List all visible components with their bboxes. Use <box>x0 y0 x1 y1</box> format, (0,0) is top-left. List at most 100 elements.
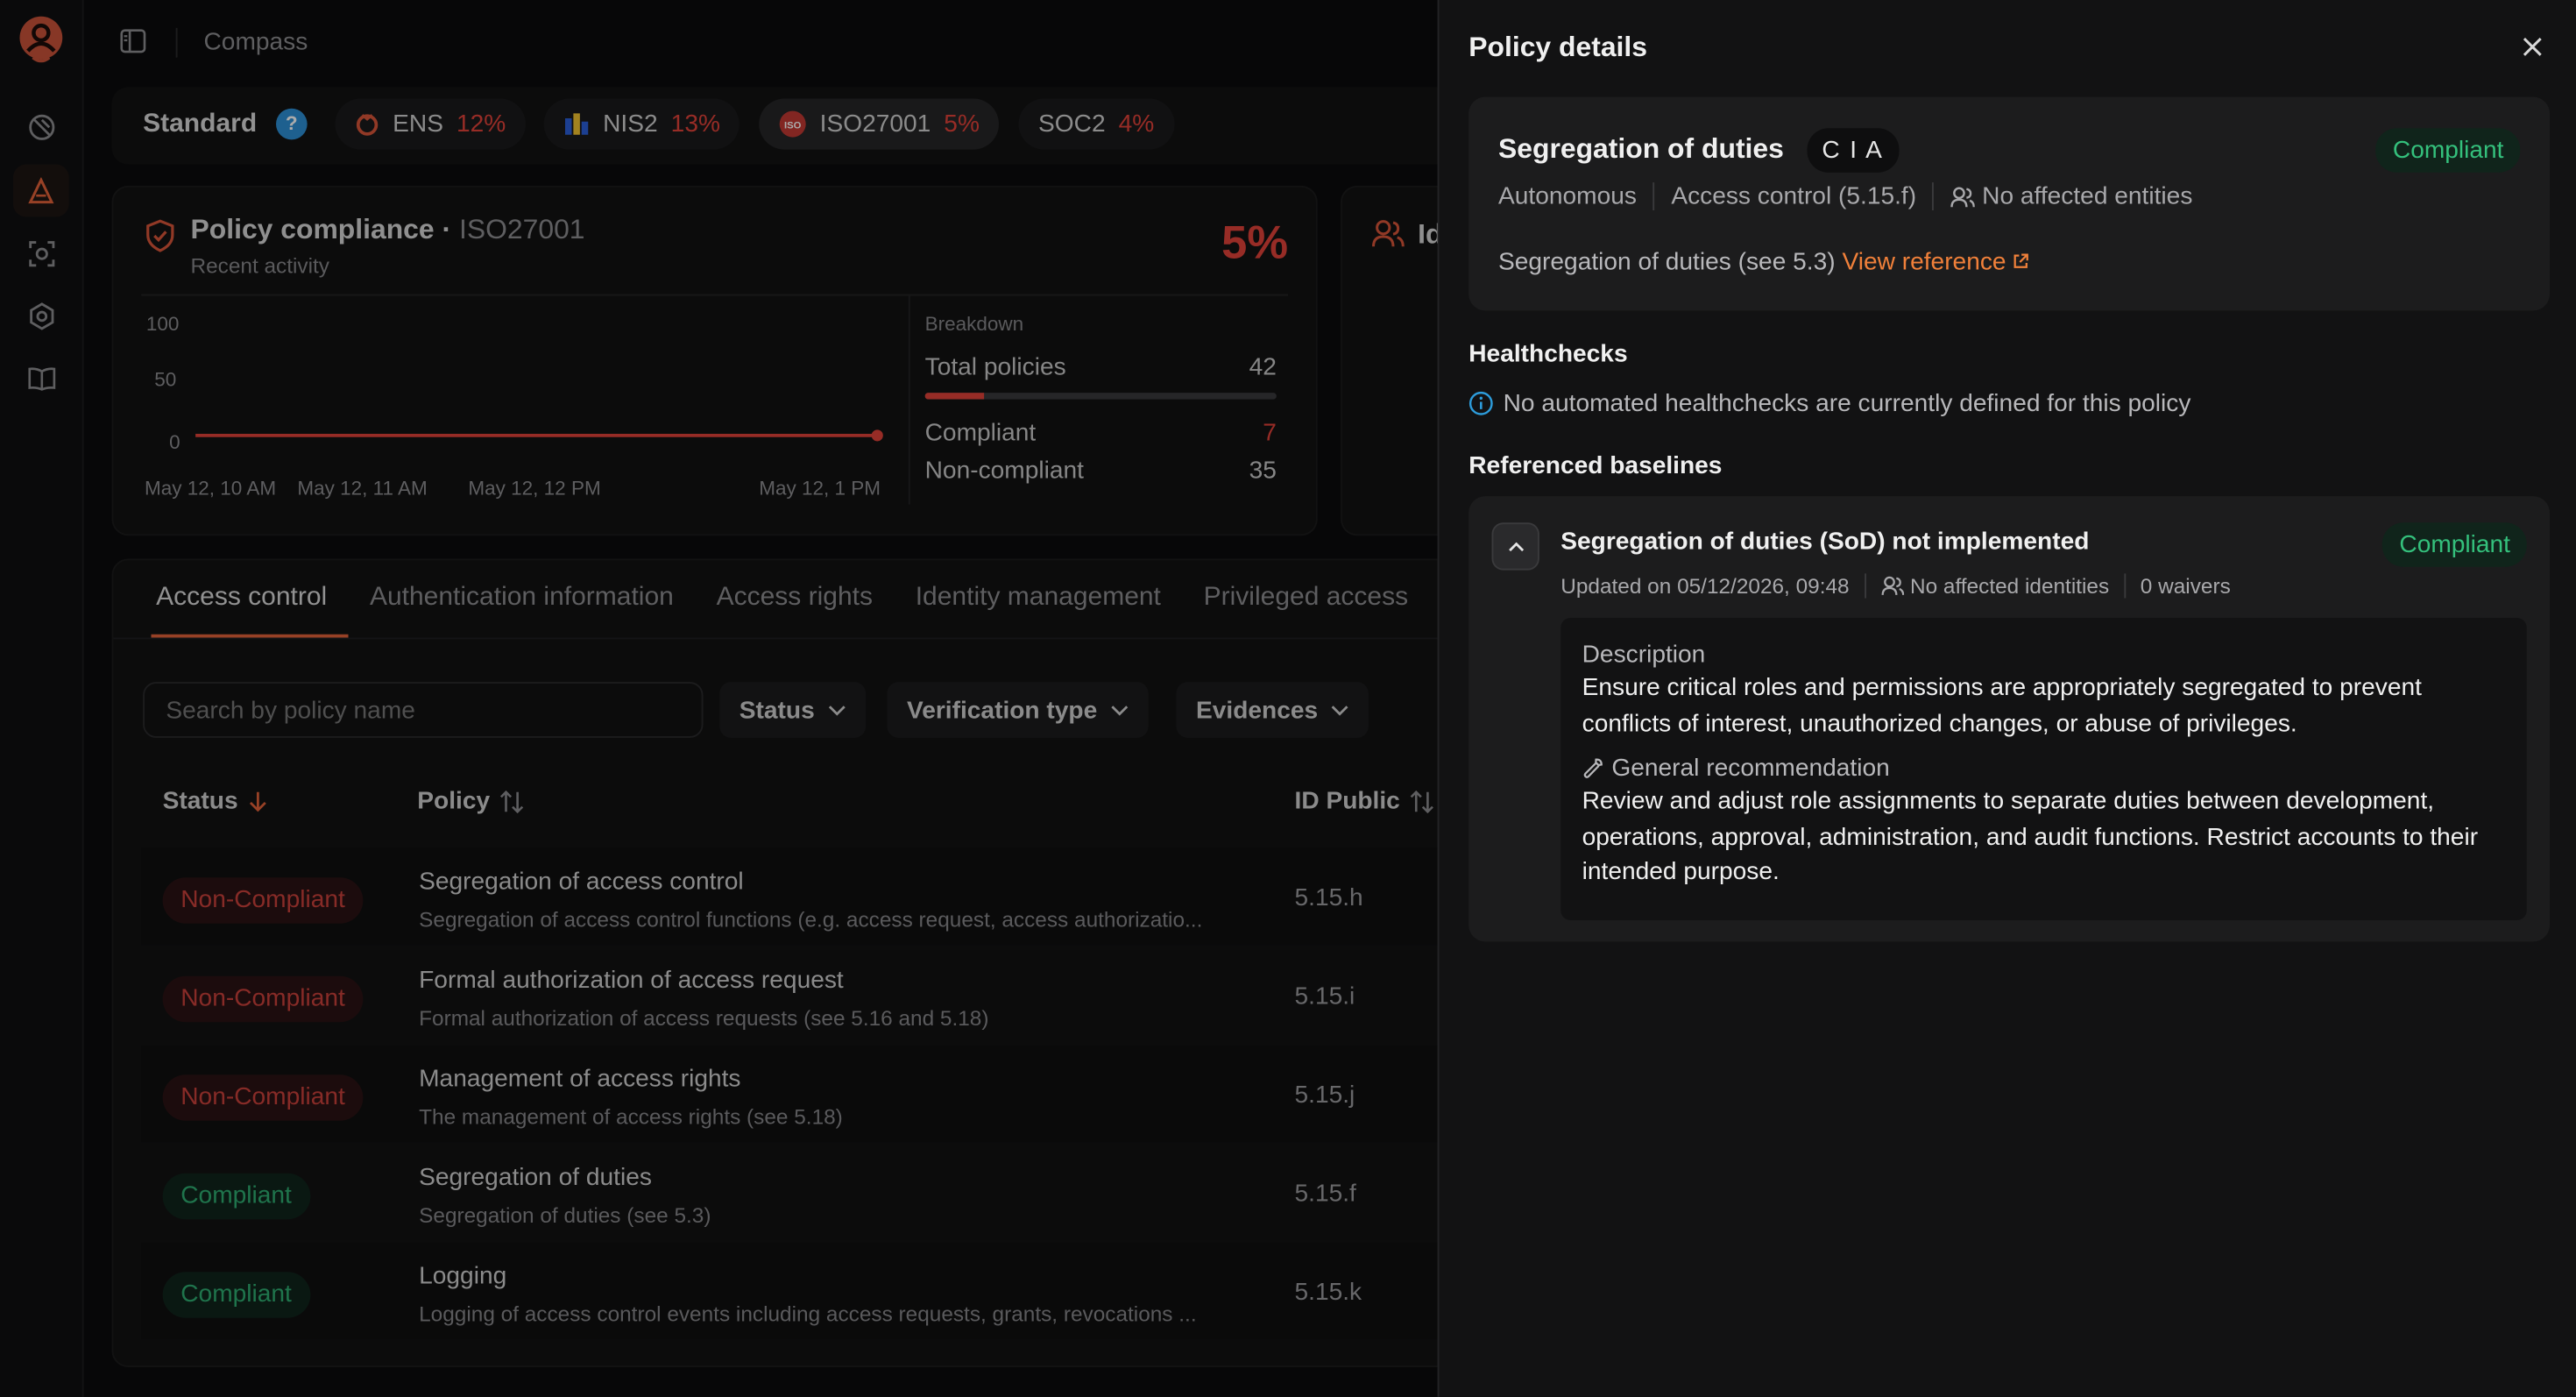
chevron-down-icon <box>1332 705 1348 715</box>
chevron-down-icon <box>1111 705 1129 715</box>
status-filter-dropdown[interactable]: Status <box>719 682 866 738</box>
description-text: Ensure critical roles and permissions ar… <box>1582 673 2422 737</box>
noncompliant-row: Non-compliant 35 <box>925 457 1277 485</box>
chip-label: SOC2 <box>1038 110 1106 138</box>
compliant-value: 7 <box>1263 419 1277 447</box>
divider <box>2124 573 2126 599</box>
table-row[interactable]: Non-Compliant Formal authorization of ac… <box>141 947 1476 1044</box>
status-badge: Compliant <box>162 1272 310 1318</box>
alerts-icon <box>28 176 54 203</box>
help-icon[interactable]: ? <box>276 108 308 140</box>
table-row[interactable]: Compliant Logging Logging of access cont… <box>141 1242 1477 1340</box>
sidebar-toggle-icon[interactable] <box>120 28 146 54</box>
users-icon <box>1372 220 1405 247</box>
sort-icon <box>1411 789 1434 813</box>
iso-logo-icon: ISO <box>779 110 806 138</box>
docs-nav-item[interactable] <box>13 351 69 404</box>
table-row[interactable]: Compliant Segregation of duties Segregat… <box>141 1144 1476 1241</box>
healthchecks-heading: Healthchecks <box>1468 340 1628 368</box>
tab-access-rights[interactable]: Access rights <box>695 560 894 637</box>
header-label: Status <box>162 787 238 815</box>
divider <box>1652 182 1655 210</box>
evidences-dropdown[interactable]: Evidences <box>1176 682 1369 738</box>
policy-column-header[interactable]: Policy <box>417 787 524 815</box>
table-row[interactable]: Non-Compliant Management of access right… <box>141 1045 1477 1143</box>
wrench-icon <box>1583 758 1603 778</box>
affected-entities: No affected entities <box>1982 182 2193 210</box>
status-column-header[interactable]: Status <box>163 787 268 815</box>
ens-logo-icon <box>356 114 379 136</box>
standard-label: Standard <box>143 110 258 138</box>
standard-chip-soc2[interactable]: SOC2 4% <box>1018 98 1174 150</box>
policy-title: Logging <box>419 1262 507 1290</box>
chip-label: ENS <box>393 110 443 138</box>
policy-description: Segregation of duties (see 5.3) <box>419 1202 711 1228</box>
policy-title: Segregation of duties <box>419 1163 652 1192</box>
breadcrumb[interactable]: Compass <box>204 28 308 56</box>
recommendation-text: Review and adjust role assignments to se… <box>1582 787 2479 886</box>
policy-compliance-card: Policy compliance · ISO27001 Recent acti… <box>111 185 1318 536</box>
scan-nav-item[interactable] <box>13 227 69 280</box>
total-label: Total policies <box>924 353 1066 381</box>
description-label: Description <box>1582 641 1706 670</box>
id-column-header[interactable]: ID Public <box>1295 787 1435 815</box>
tab-identity-management[interactable]: Identity management <box>894 560 1182 637</box>
close-icon[interactable] <box>2522 36 2543 57</box>
alerts-nav-item[interactable] <box>13 164 69 217</box>
standard-chip-iso27001[interactable]: ISO ISO27001 5% <box>759 98 1000 150</box>
reference-text: Segregation of duties (see 5.3) <box>1498 248 1836 276</box>
view-reference-link[interactable]: View reference <box>1842 248 2029 276</box>
chip-percent: 12% <box>456 110 506 138</box>
status-badge: Non-Compliant <box>162 975 364 1023</box>
divider <box>113 637 1474 640</box>
svg-text:ISO: ISO <box>784 120 802 131</box>
app-logo[interactable] <box>18 15 65 64</box>
compliance-progress-bar <box>924 393 1277 400</box>
table-row[interactable]: Non-Compliant Segregation of access cont… <box>141 847 1477 946</box>
header-label: ID Public <box>1294 787 1400 815</box>
verification-type-dropdown[interactable]: Verification type <box>887 682 1149 738</box>
search-input[interactable]: Search by policy name <box>143 682 704 738</box>
policy-description: Segregation of access control functions … <box>419 907 1203 933</box>
waivers-count: 0 waivers <box>2140 573 2231 599</box>
x-tick-label: May 12, 12 PM <box>468 476 601 500</box>
recommendation-label: General recommendation <box>1611 754 1890 783</box>
book-icon <box>27 366 55 390</box>
noncompliant-label: Non-compliant <box>924 457 1084 486</box>
data-point <box>871 429 883 442</box>
policy-reference: Segregation of duties (see 5.3) View ref… <box>1498 248 2029 276</box>
policy-id: 5.15.f <box>1294 1180 1356 1209</box>
tab-privileged-access[interactable]: Privileged access <box>1182 560 1429 637</box>
security-nav-item[interactable] <box>13 100 69 152</box>
policy-id: 5.15.k <box>1294 1278 1362 1307</box>
status-badge: Compliant <box>162 1173 310 1220</box>
settings-nav-item[interactable] <box>13 289 69 342</box>
chip-percent: 13% <box>670 110 720 138</box>
tab-access-control[interactable]: Access control <box>135 560 349 638</box>
header-label: Policy <box>417 787 491 815</box>
standard-chip-ens[interactable]: ENS 12% <box>335 98 526 150</box>
drawer-title: Policy details <box>1468 31 1648 63</box>
compliant-row: Compliant 7 <box>925 419 1277 447</box>
compliant-label: Compliant <box>924 419 1037 447</box>
policy-description: Formal authorization of access requests … <box>419 1005 989 1031</box>
noncompliant-value: 35 <box>1249 457 1277 486</box>
baseline-card: Segregation of duties (SoD) not implemen… <box>1468 496 2550 942</box>
policy-title: Management of access rights <box>419 1065 741 1093</box>
policy-control: Access control (5.15.f) <box>1671 182 1917 210</box>
baseline-meta: Updated on 05/12/2026, 09:48 No affected… <box>1560 573 2231 599</box>
collapse-button[interactable] <box>1491 522 1539 571</box>
tab-authentication-information[interactable]: Authentication information <box>349 560 696 637</box>
breakdown-label: Breakdown <box>924 312 1024 336</box>
total-policies-row: Total policies 42 <box>925 353 1277 381</box>
updated-timestamp: Updated on 05/12/2026, 09:48 <box>1560 573 1850 599</box>
status-badge: Compliant <box>2382 522 2527 567</box>
external-link-icon <box>2014 253 2029 268</box>
compliance-percent: 5% <box>1221 216 1288 268</box>
sidebar-rail <box>0 0 84 1397</box>
baseline-title: Segregation of duties (SoD) not implemen… <box>1560 527 2090 556</box>
total-value: 42 <box>1249 353 1277 381</box>
baselines-heading: Referenced baselines <box>1468 451 1723 480</box>
affected-identities: No affected identities <box>1909 573 2110 599</box>
standard-chip-nis2[interactable]: NIS2 13% <box>543 98 740 150</box>
